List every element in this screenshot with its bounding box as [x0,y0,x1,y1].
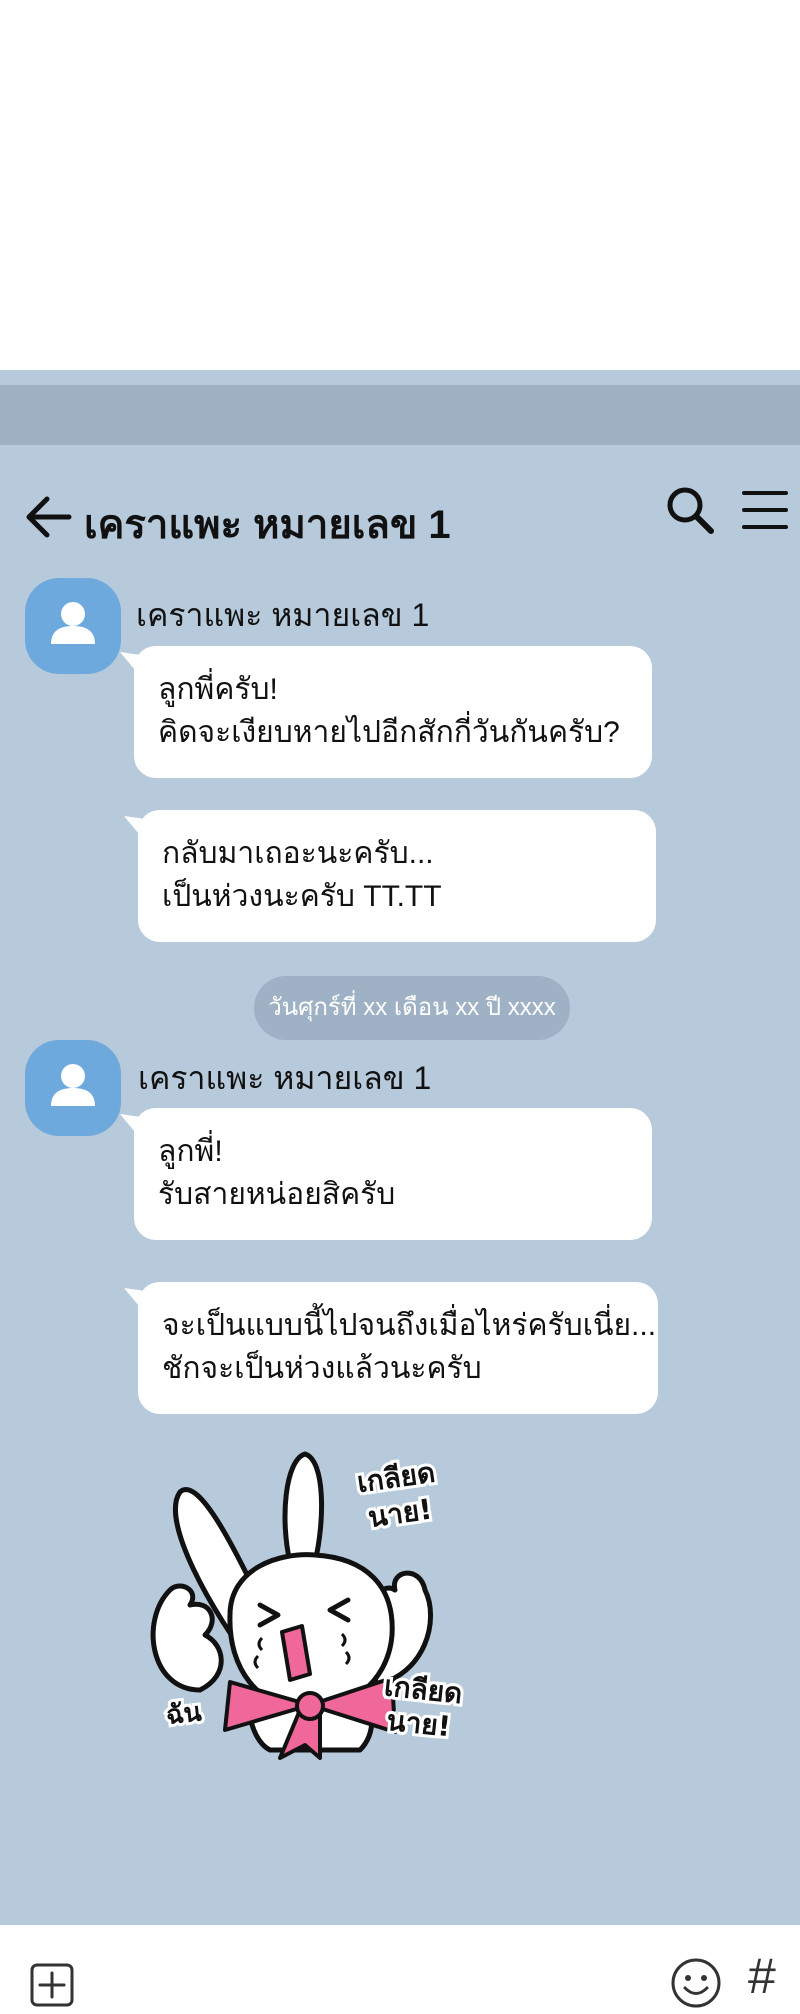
sender-name: เคราแพะ หมายเลข 1 [138,1060,432,1096]
bubble-tail [124,816,152,840]
sticker-text: ฉัน [164,1697,203,1731]
message-text: จะเป็นแบบนี้ไปจนถึงเมื่อไหร่ครับเนี่ย... [162,1309,657,1342]
message-text: เป็นห่วงนะครับ TT.TT [162,880,442,913]
bubble-tail [124,1288,152,1312]
message-text: ลูกพี่ครับ! [158,673,278,706]
message-text: ลูกพี่! [158,1135,223,1168]
message-bubble[interactable]: ลูกพี่! รับสายหน่อยสิครับ [120,1108,652,1240]
hashtag-button[interactable]: # [748,1951,776,2001]
user-silhouette-icon [51,1064,95,1106]
input-bar: # [0,1925,800,2008]
date-separator: วันศุกร์ที่ xx เดือน xx ปี xxxx [254,976,570,1040]
message-text: ชักจะเป็นห่วงแล้วนะครับ [162,1352,482,1385]
arrow-left-icon[interactable] [25,495,73,539]
avatar[interactable] [25,578,121,674]
hamburger-menu-icon[interactable] [740,485,790,535]
bubble-tail [120,1114,148,1138]
sticker-text: นาย! [385,1704,452,1744]
avatar[interactable] [25,1040,121,1136]
top-blank-area [0,0,800,370]
sender-name: เคราแพะ หมายเลข 1 [136,597,430,633]
message-text: รับสายหน่อยสิครับ [158,1178,396,1211]
message-bubble[interactable]: ลูกพี่ครับ! คิดจะเงียบหายไปอีกสักกี่วันก… [120,646,652,778]
chat-header: เคราแพะ หมายเลข 1 [0,480,800,550]
crying-rabbit-sticker[interactable]: เกลียด นาย! เกลียด นาย! ฉัน [130,1440,480,1760]
search-icon[interactable] [665,485,715,535]
status-strip [0,385,800,445]
message-text: คิดจะเงียบหายไปอีกสักกี่วันกันครับ? [158,716,620,749]
smiley-icon[interactable] [670,1957,722,2009]
bubble-tail [120,652,148,676]
plus-box-icon[interactable] [30,1963,74,2007]
message-bubble[interactable]: กลับมาเถอะนะครับ... เป็นห่วงนะครับ TT.TT [124,810,656,942]
user-silhouette-icon [51,602,95,644]
message-text: กลับมาเถอะนะครับ... [162,837,434,870]
message-bubble[interactable]: จะเป็นแบบนี้ไปจนถึงเมื่อไหร่ครับเนี่ย...… [124,1282,658,1414]
chat-title: เคราแพะ หมายเลข 1 [84,503,451,547]
sticker-text: นาย! [366,1492,434,1534]
